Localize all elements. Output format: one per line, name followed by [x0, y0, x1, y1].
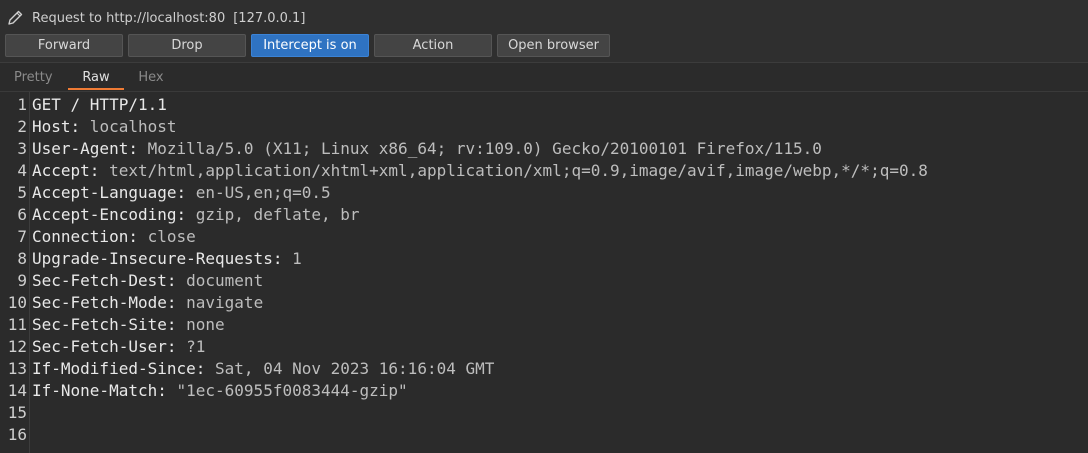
header-value: text/html,application/xhtml+xml,applicat…	[99, 161, 928, 180]
header-name: Accept:	[32, 161, 100, 180]
request-line[interactable]: 15	[0, 402, 1088, 424]
request-line[interactable]: 12 Sec-Fetch-User: ?1	[0, 336, 1088, 358]
open-browser-button[interactable]: Open browser	[497, 34, 610, 57]
tab-raw[interactable]: Raw	[68, 70, 124, 90]
line-content: GET / HTTP/1.1	[32, 94, 167, 116]
line-content: User-Agent: Mozilla/5.0 (X11; Linux x86_…	[32, 138, 822, 160]
header-name: Accept-Language:	[32, 183, 187, 202]
header-name: Sec-Fetch-Site:	[32, 315, 177, 334]
header-value: none	[176, 315, 225, 334]
line-number: 9	[17, 271, 27, 290]
header-name: Host:	[32, 117, 81, 136]
message-view-tabs: Pretty Raw Hex	[0, 63, 1088, 92]
tab-pretty[interactable]: Pretty	[14, 70, 53, 90]
forward-button[interactable]: Forward	[5, 34, 123, 57]
request-line[interactable]: 1 GET / HTTP/1.1	[0, 94, 1088, 116]
request-line[interactable]: 8 Upgrade-Insecure-Requests: 1	[0, 248, 1088, 270]
header-name: User-Agent:	[32, 139, 138, 158]
action-button[interactable]: Action	[374, 34, 492, 57]
header-value: navigate	[176, 293, 264, 312]
line-number: 14	[7, 381, 27, 400]
line-number: 2	[17, 117, 27, 136]
header-value: close	[137, 227, 196, 246]
line-content: Host: localhost	[32, 116, 177, 138]
line-number: 4	[17, 161, 27, 180]
line-content: If-None-Match: "1ec-60955f0083444-gzip"	[32, 380, 408, 402]
header-value: ?1	[176, 337, 206, 356]
header-name: Sec-Fetch-Mode:	[32, 293, 177, 312]
line-number: 5	[17, 183, 27, 202]
intercept-toolbar: Request to http://localhost:80 [127.0.0.…	[0, 0, 1088, 63]
line-number: 1	[17, 95, 27, 114]
request-line[interactable]: 4 Accept: text/html,application/xhtml+xml…	[0, 160, 1088, 182]
request-line[interactable]: 5 Accept-Language: en-US,en;q=0.5	[0, 182, 1088, 204]
request-line[interactable]: 6 Accept-Encoding: gzip, deflate, br	[0, 204, 1088, 226]
line-number: 15	[7, 403, 27, 422]
line-content: Accept-Encoding: gzip, deflate, br	[32, 204, 360, 226]
tab-hex[interactable]: Hex	[136, 70, 166, 90]
request-ip-label: [127.0.0.1]	[233, 10, 306, 26]
header-name: If-Modified-Since:	[32, 359, 206, 378]
request-line[interactable]: 7 Connection: close	[0, 226, 1088, 248]
line-content: Sec-Fetch-Mode: navigate	[32, 292, 263, 314]
request-info: Request to http://localhost:80 [127.0.0.…	[6, 8, 305, 28]
line-number: 16	[7, 425, 27, 444]
raw-request-editor[interactable]: 1 GET / HTTP/1.1 2 Host: localhost 3 User-Age…	[0, 92, 1088, 453]
header-value: en-US,en;q=0.5	[186, 183, 331, 202]
header-value: document	[176, 271, 264, 290]
line-number: 7	[17, 227, 27, 246]
header-value: localhost	[80, 117, 177, 136]
request-line[interactable]: 16	[0, 424, 1088, 446]
line-content: If-Modified-Since: Sat, 04 Nov 2023 16:1…	[32, 358, 494, 380]
request-line[interactable]: 9 Sec-Fetch-Dest: document	[0, 270, 1088, 292]
line-number: 3	[17, 139, 27, 158]
line-number: 11	[7, 315, 27, 334]
selected-tab-indicator	[68, 88, 124, 90]
request-line[interactable]: 10 Sec-Fetch-Mode: navigate	[0, 292, 1088, 314]
line-content: Sec-Fetch-User: ?1	[32, 336, 205, 358]
header-name: GET / HTTP/1.1	[32, 95, 167, 114]
line-content: Accept: text/html,application/xhtml+xml,…	[32, 160, 928, 182]
header-name: Upgrade-Insecure-Requests:	[32, 249, 283, 268]
header-name: If-None-Match:	[32, 381, 167, 400]
request-line[interactable]: 3 User-Agent: Mozilla/5.0 (X11; Linux x86…	[0, 138, 1088, 160]
request-line[interactable]: 2 Host: localhost	[0, 116, 1088, 138]
intercept-toggle-button[interactable]: Intercept is on	[251, 34, 369, 57]
drop-button[interactable]: Drop	[128, 34, 246, 57]
pencil-icon[interactable]	[6, 9, 24, 27]
line-number: 12	[7, 337, 27, 356]
header-name: Connection:	[32, 227, 138, 246]
line-content: Sec-Fetch-Site: none	[32, 314, 225, 336]
header-value: "1ec-60955f0083444-gzip"	[166, 381, 408, 400]
request-url-label: Request to http://localhost:80	[32, 10, 226, 26]
header-name: Sec-Fetch-Dest:	[32, 271, 177, 290]
toolbar-buttons: Forward Drop Intercept is on Action Open…	[5, 34, 610, 57]
line-content: Connection: close	[32, 226, 196, 248]
line-content: Accept-Language: en-US,en;q=0.5	[32, 182, 331, 204]
request-line[interactable]: 11 Sec-Fetch-Site: none	[0, 314, 1088, 336]
line-content: Sec-Fetch-Dest: document	[32, 270, 263, 292]
request-line[interactable]: 13 If-Modified-Since: Sat, 04 Nov 2023 16…	[0, 358, 1088, 380]
header-name: Sec-Fetch-User:	[32, 337, 177, 356]
request-line[interactable]: 14 If-None-Match: "1ec-60955f0083444-gzip…	[0, 380, 1088, 402]
line-number: 13	[7, 359, 27, 378]
header-value: gzip, deflate, br	[186, 205, 360, 224]
line-number: 8	[17, 249, 27, 268]
header-name: Accept-Encoding:	[32, 205, 187, 224]
header-value: Mozilla/5.0 (X11; Linux x86_64; rv:109.0…	[137, 139, 822, 158]
header-value: 1	[282, 249, 302, 268]
line-content: Upgrade-Insecure-Requests: 1	[32, 248, 302, 270]
header-value: Sat, 04 Nov 2023 16:16:04 GMT	[205, 359, 495, 378]
line-number: 10	[7, 293, 27, 312]
line-number: 6	[17, 205, 27, 224]
